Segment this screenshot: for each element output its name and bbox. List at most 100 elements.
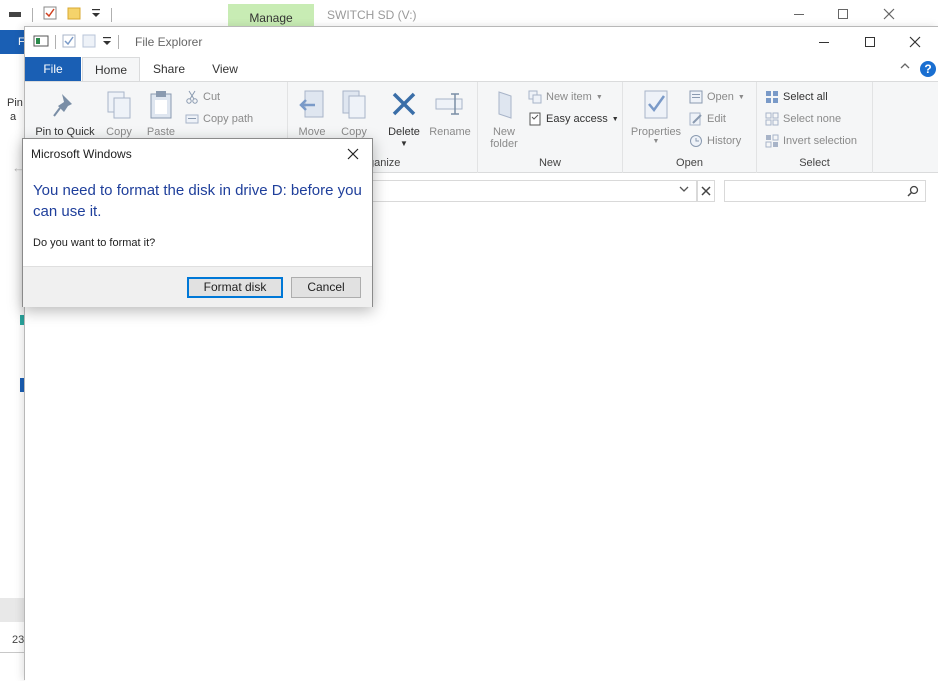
background-pin-label-2: a [10, 111, 17, 123]
maximize-button[interactable] [847, 29, 893, 55]
dialog-heading: You need to format the disk in drive D: … [33, 182, 362, 220]
select-all-label: Select all [783, 91, 828, 103]
address-clear-button[interactable] [697, 180, 715, 202]
copy-path-label: Copy path [203, 113, 254, 125]
new-folder-label-2: folder [490, 138, 518, 150]
tab-file[interactable]: File [25, 57, 81, 81]
copy-to-button[interactable]: Copy [336, 88, 372, 138]
edit-pencil-icon [689, 112, 702, 126]
close-icon [909, 36, 921, 48]
minimize-button[interactable] [801, 29, 847, 55]
address-bar[interactable] [371, 180, 697, 202]
new-folder-icon[interactable] [82, 34, 96, 51]
move-to-button[interactable]: Move [294, 88, 330, 138]
edit-label: Edit [707, 113, 726, 125]
background-scrollbar[interactable] [0, 598, 24, 622]
delete-x-icon [387, 88, 421, 122]
dialog-title: Microsoft Windows [31, 147, 132, 161]
qat-separator [32, 7, 33, 22]
help-icon[interactable]: ? [920, 61, 936, 77]
tab-share[interactable]: Share [143, 57, 195, 81]
paste-button[interactable]: Paste [141, 88, 181, 138]
open-button[interactable]: Open ▼ [689, 87, 745, 107]
scissors-icon [186, 90, 198, 104]
minimize-button[interactable] [776, 4, 822, 26]
new-group-label: New [538, 157, 561, 169]
invert-selection-button[interactable]: Invert selection [765, 131, 857, 151]
properties-dropdown-icon[interactable]: ▼ [627, 138, 685, 145]
explorer-quick-access-toolbar [33, 33, 119, 51]
cut-button[interactable]: Cut [185, 87, 220, 107]
background-file-tab[interactable]: F [0, 30, 25, 54]
paste-icon [144, 88, 178, 122]
explorer-app-icon[interactable] [33, 34, 49, 51]
maximize-icon [865, 37, 875, 47]
qat-dropdown-icon[interactable] [102, 35, 112, 50]
move-to-icon [295, 88, 329, 122]
new-item-icon [528, 90, 542, 104]
select-group-label: Select [799, 157, 830, 169]
cancel-button[interactable]: Cancel [291, 277, 361, 298]
background-window-title: SWITCH SD (V:) [327, 8, 417, 22]
qat-dropdown-icon[interactable] [91, 7, 101, 22]
select-none-label: Select none [783, 113, 842, 125]
pin-icon [48, 88, 82, 122]
paste-label: Paste [146, 126, 176, 138]
open-icon [689, 90, 703, 104]
new-item-button[interactable]: New item ▼ [528, 87, 603, 107]
tab-home[interactable]: Home [82, 57, 140, 82]
clear-x-icon [701, 186, 711, 196]
qat-separator [55, 35, 56, 49]
maximize-button[interactable] [820, 4, 866, 26]
close-icon [883, 8, 895, 20]
item-count: 23 [12, 634, 25, 646]
background-pin-label: Pin [7, 97, 23, 109]
tab-view[interactable]: View [199, 57, 251, 81]
properties-button[interactable]: Properties ▼ [627, 88, 685, 145]
open-dropdown-icon: ▼ [737, 93, 745, 101]
cut-label: Cut [203, 91, 221, 103]
delete-dropdown-icon[interactable]: ▼ [384, 139, 424, 148]
organize-group-label: ganize [368, 157, 401, 169]
history-clock-icon [690, 135, 702, 147]
invert-selection-icon [765, 134, 779, 148]
edit-button[interactable]: Edit [689, 109, 726, 129]
dialog-close-button[interactable] [338, 141, 368, 167]
new-item-dropdown-icon: ▼ [595, 93, 603, 101]
rename-label: Rename [429, 126, 471, 138]
delete-button[interactable]: Delete ▼ [384, 88, 424, 148]
easy-access-label: Easy access [546, 113, 608, 125]
close-button[interactable] [892, 29, 938, 55]
pin-label: Pin to Quick [35, 126, 95, 138]
new-folder-icon[interactable] [67, 6, 81, 23]
properties-big-icon [639, 88, 673, 122]
qat-separator [118, 35, 119, 49]
explorer-titlebar: File Explorer [25, 27, 938, 57]
select-none-button[interactable]: Select none [765, 109, 841, 129]
open-group: Properties ▼ Open ▼ Edit History Open [623, 82, 757, 173]
address-dropdown-icon[interactable] [679, 184, 689, 196]
dialog-footer: Format disk Cancel [23, 266, 372, 307]
delete-label: Delete [388, 126, 420, 138]
search-input[interactable] [724, 180, 926, 202]
copy-path-button[interactable]: Copy path [185, 109, 253, 129]
drive-icon[interactable] [8, 8, 22, 22]
new-folder-button[interactable]: New folder [484, 88, 524, 150]
properties-icon[interactable] [62, 34, 76, 51]
select-all-button[interactable]: Select all [765, 87, 828, 107]
history-button[interactable]: History [689, 131, 741, 151]
properties-check-icon[interactable] [43, 6, 57, 23]
pin-to-quick-access-button[interactable]: Pin to Quick [29, 88, 101, 138]
minimize-icon [794, 14, 804, 15]
collapse-ribbon-chevron-icon[interactable] [899, 61, 911, 74]
file-explorer-window: File Explorer File Home Share View ? Pin… [24, 26, 938, 681]
easy-access-button[interactable]: Easy access ▼ [528, 109, 619, 129]
select-group: Select all Select none Invert selection … [757, 82, 873, 173]
search-icon [907, 185, 919, 197]
easy-access-icon [529, 112, 541, 126]
open-group-label: Open [676, 157, 703, 169]
close-button[interactable] [866, 4, 912, 26]
format-disk-button[interactable]: Format disk [187, 277, 283, 298]
rename-button[interactable]: Rename [426, 88, 474, 138]
copy-button[interactable]: Copy [101, 88, 137, 138]
